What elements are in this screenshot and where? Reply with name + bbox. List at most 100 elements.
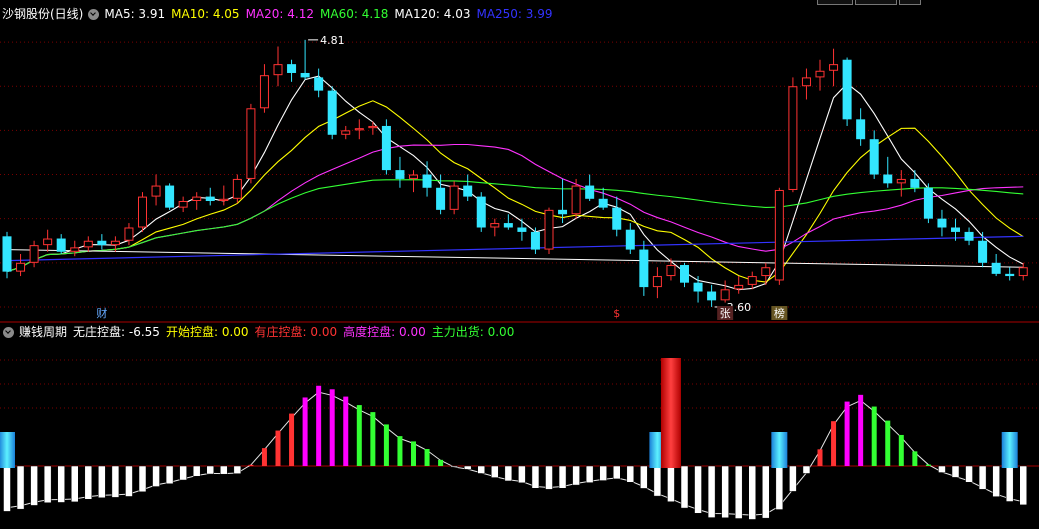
event-marker: 榜: [774, 306, 785, 320]
candle-down: [951, 227, 960, 232]
candle-up: [219, 198, 229, 202]
indicator-series: [0, 358, 1027, 520]
ma250-label: MA250: 3.99: [476, 7, 553, 21]
candle-down: [964, 231, 974, 241]
candle-down: [978, 240, 988, 263]
high-price-label: 4.81: [320, 34, 345, 47]
candle-down: [381, 125, 391, 171]
indicator-bar-color: [316, 385, 322, 466]
candle-up: [368, 125, 378, 129]
indicator-header: 赚钱周期 无庄控盘: -6.55 开始控盘: 0.00 有庄控盘: 0.00 高…: [0, 323, 520, 341]
indicator-bar-white: [125, 465, 133, 497]
candle-down: [314, 77, 324, 91]
signal-bar-cyan: [1001, 432, 1018, 468]
candle-down: [205, 196, 215, 202]
field-label: 开始控盘:: [165, 325, 218, 339]
candle-up: [761, 267, 771, 277]
indicator-bar-color: [898, 434, 904, 466]
candle-up: [124, 227, 134, 241]
indicator-bar-white: [694, 465, 702, 514]
top-tab-2[interactable]: [855, 0, 897, 5]
candle-down: [1005, 273, 1015, 277]
field-kskp: 开始控盘: 0.00: [166, 323, 249, 341]
candle-down: [395, 170, 405, 179]
candle-up: [409, 174, 418, 179]
field-label: 有庄控盘:: [254, 325, 307, 339]
candle-down: [585, 185, 595, 199]
indicator-bar-white: [165, 465, 174, 485]
ma250-line: [6, 235, 1024, 262]
field-value: 0.00: [221, 325, 249, 339]
top-tab-3[interactable]: [899, 0, 921, 5]
candle-down: [503, 223, 513, 228]
candle-up: [720, 289, 730, 301]
candle-up: [16, 262, 26, 272]
main-header: 沙钢股份(日线) MA5: 3.91 MA10: 4.05 MA20: 4.12…: [0, 5, 559, 23]
indicator-bar-white: [57, 465, 65, 503]
indicator-bar-color: [885, 420, 891, 466]
indicator-bar-white: [721, 465, 729, 519]
candle-up: [449, 185, 459, 210]
chevron-down-icon[interactable]: [88, 8, 100, 20]
candle-up: [666, 265, 676, 277]
candle-up: [70, 247, 80, 252]
candle-up: [273, 64, 283, 76]
candle-up: [138, 196, 147, 228]
indicator-bar-white: [585, 465, 594, 483]
indicator-bar-white: [965, 465, 973, 483]
indicator-bar-white: [30, 465, 38, 506]
price-grid: [0, 41, 1039, 409]
moving-average-lines: [6, 75, 1024, 291]
candle-down: [598, 198, 608, 208]
event-marker: 财: [96, 306, 107, 320]
indicator-bar-color: [370, 412, 376, 466]
candle-up: [801, 77, 811, 87]
ma60-label: MA60: 4.18: [320, 7, 389, 21]
field-yzkp: 有庄控盘: 0.00: [255, 323, 338, 341]
candle-up: [774, 189, 784, 281]
indicator-bar-color: [871, 406, 877, 466]
ma20-label: MA20: 4.12: [245, 7, 314, 21]
candle-down: [463, 185, 473, 197]
candle-up: [83, 240, 93, 248]
candle-up: [747, 276, 757, 285]
field-value: -6.55: [128, 325, 160, 339]
field-value: 0.00: [310, 325, 338, 339]
candle-down: [97, 240, 107, 246]
indicator-bar-color: [302, 397, 308, 466]
indicator-bar-white: [138, 465, 147, 493]
indicator-bar-color: [289, 413, 295, 466]
indicator-bar-white: [748, 465, 756, 520]
chart-stage: 4.813.60财 $ 张榜: [0, 34, 1039, 520]
indicator-bar-white: [938, 465, 946, 473]
indicator-bar-white: [111, 465, 120, 498]
candle-up: [829, 64, 839, 71]
candle-down: [327, 90, 337, 135]
indicator-bar-color: [438, 459, 444, 466]
candle-down: [680, 265, 689, 283]
indicator-bar-white: [43, 465, 52, 503]
chevron-down-icon[interactable]: [3, 326, 14, 338]
candle-down: [558, 209, 568, 215]
candle-down: [856, 119, 866, 140]
indicator-bar-white: [71, 465, 79, 503]
candle-down: [693, 282, 703, 292]
ma10-label: MA10: 4.05: [171, 7, 240, 21]
indicator-bar-white: [220, 465, 228, 475]
indicator-bar-white: [707, 465, 716, 518]
candle-up: [1018, 267, 1028, 277]
indicator-bar-white: [491, 465, 499, 478]
candle-up: [896, 178, 906, 184]
indicator-bar-color: [383, 424, 389, 466]
indicator-bar-white: [16, 465, 25, 510]
indicator-bar-color: [858, 394, 864, 466]
ma120-line: [6, 249, 1024, 268]
indicator-outline: [6, 391, 1024, 516]
indicator-bar-white: [558, 465, 567, 489]
top-tab-1[interactable]: [817, 0, 853, 5]
candle-up: [788, 86, 798, 190]
candle-down: [937, 218, 947, 228]
indicator-bar-white: [680, 465, 689, 509]
indicator-bar-white: [504, 465, 513, 482]
indicator-bar-white: [98, 465, 106, 499]
